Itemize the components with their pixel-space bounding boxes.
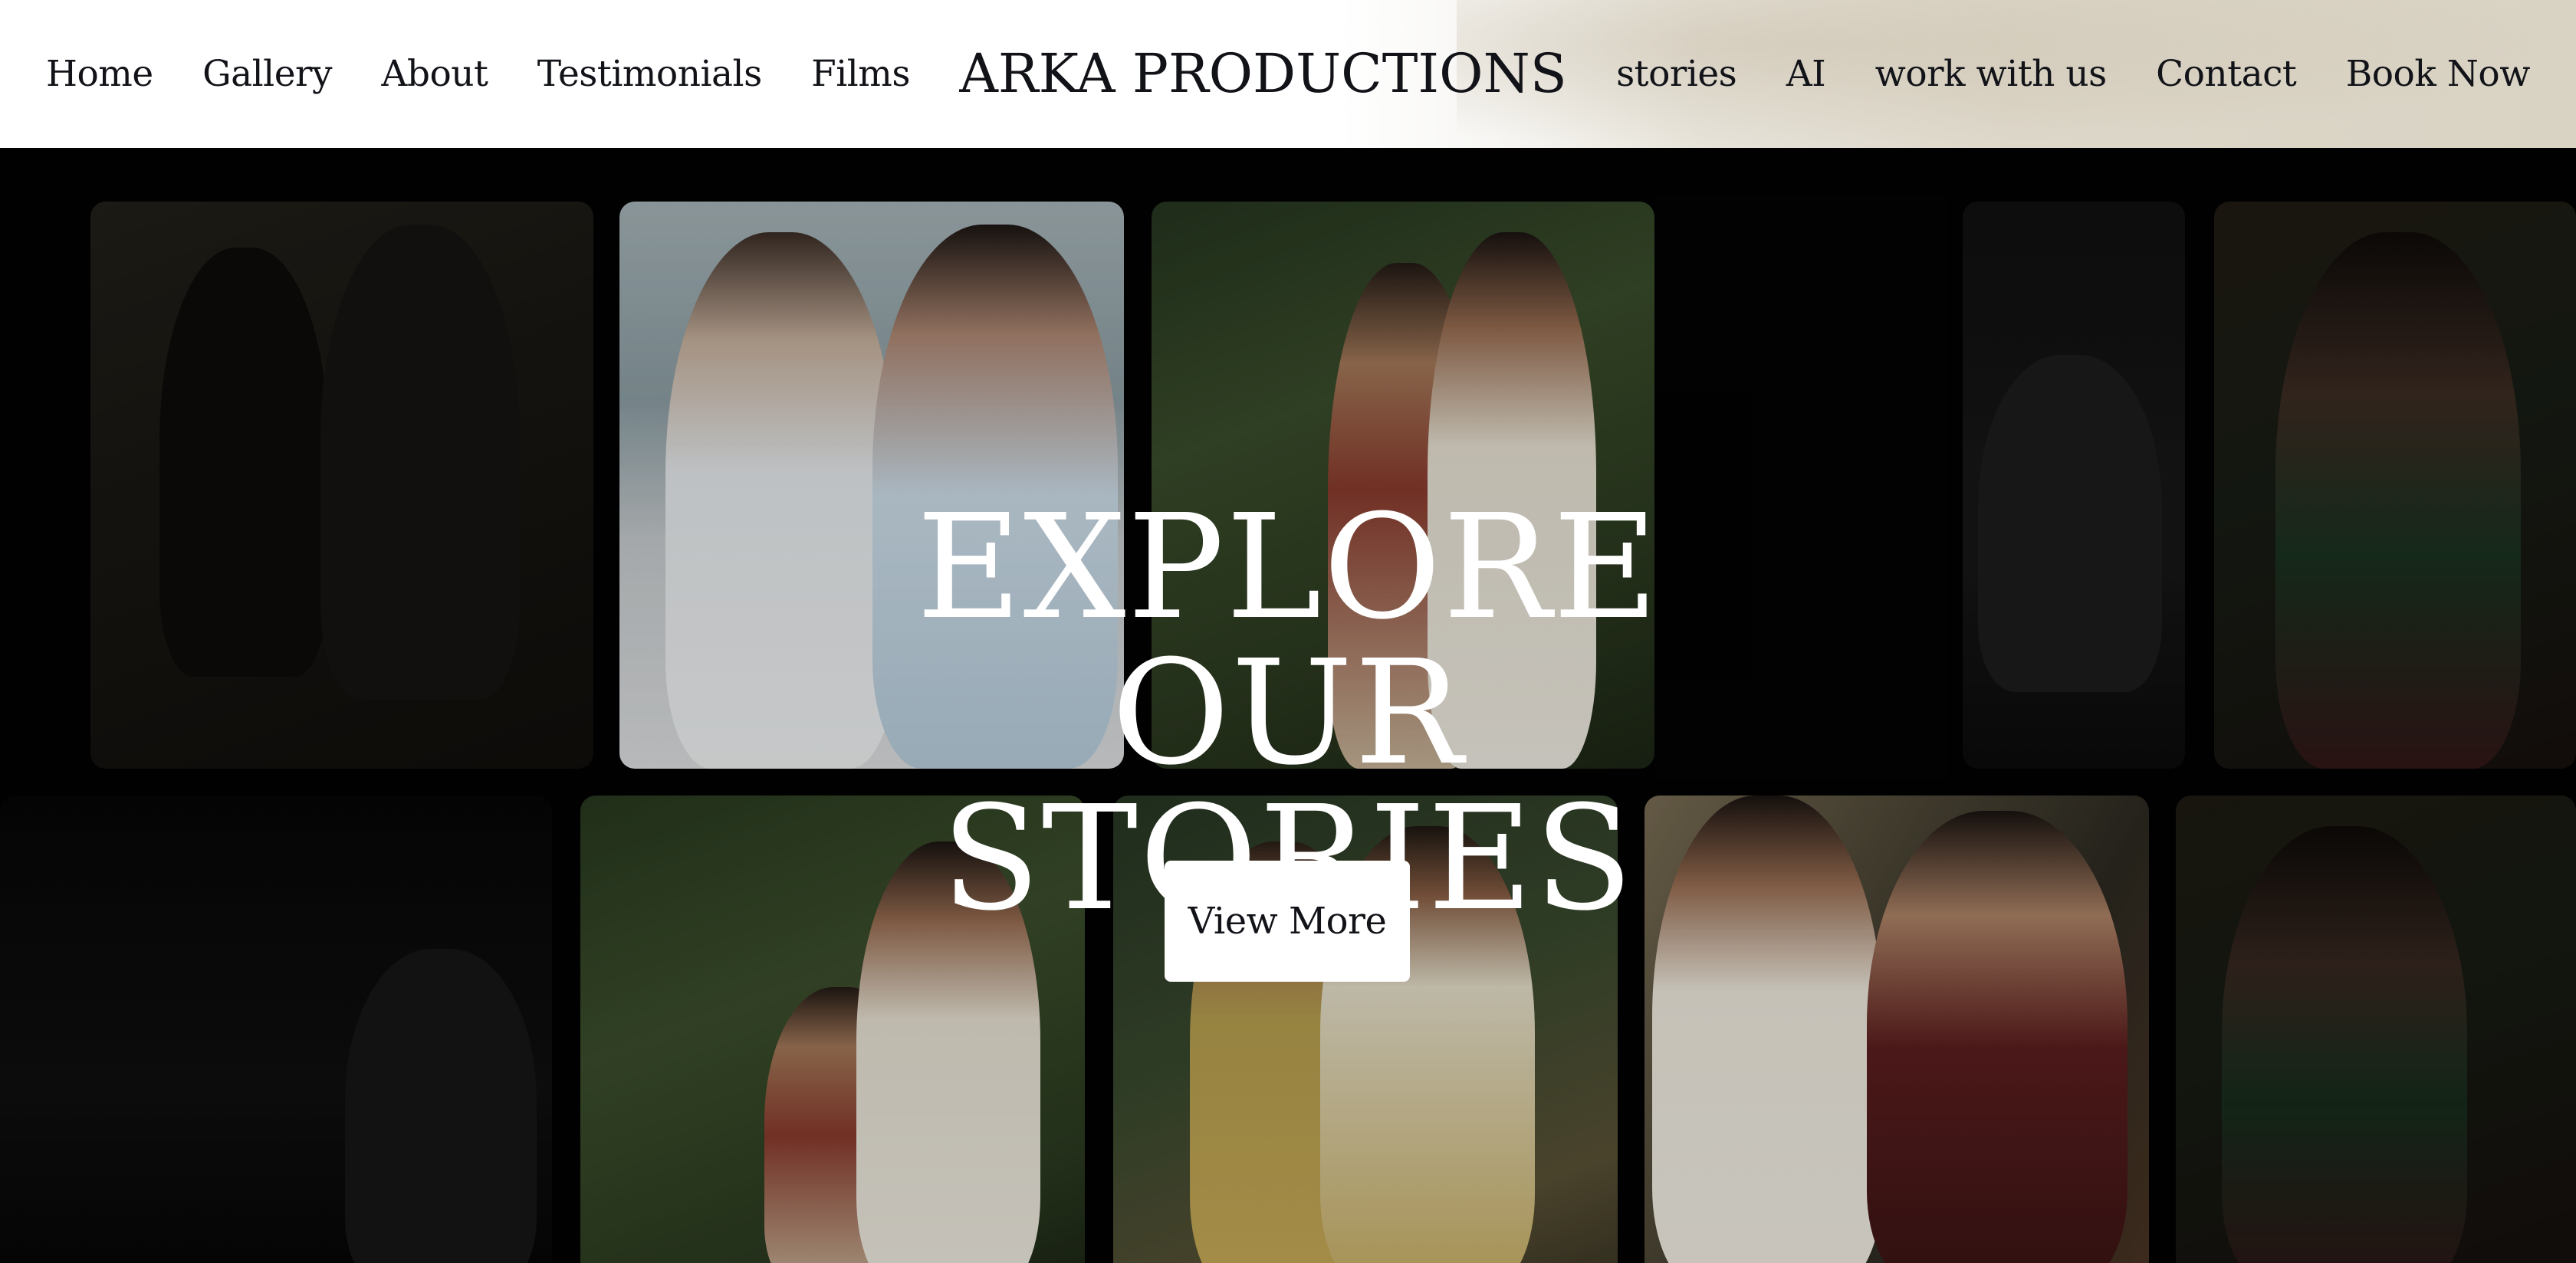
- nav-link-work-with-us[interactable]: work with us: [1875, 53, 2108, 95]
- nav-link-gallery[interactable]: Gallery: [202, 53, 332, 95]
- gallery-photo: [2176, 796, 2576, 1263]
- gallery-photo: [0, 796, 552, 1263]
- hero-title-line1: EXPLORE OUR: [916, 484, 1660, 797]
- nav-links: Home Gallery About Testimonials Films AR…: [46, 42, 2531, 105]
- nav-link-films[interactable]: Films: [811, 53, 910, 95]
- gallery-photo: [1963, 202, 2185, 769]
- view-more-button[interactable]: View More: [1165, 861, 1410, 982]
- nav-link-home[interactable]: Home: [46, 53, 153, 95]
- nav-link-ai[interactable]: AI: [1786, 53, 1826, 95]
- top-navigation: Home Gallery About Testimonials Films AR…: [0, 0, 2576, 148]
- gallery-photo: [2214, 202, 2576, 769]
- nav-link-stories[interactable]: stories: [1616, 53, 1737, 95]
- gallery-photo: [90, 202, 593, 769]
- nav-link-contact[interactable]: Contact: [2156, 53, 2297, 95]
- brand-logo[interactable]: ARKA PRODUCTIONS: [959, 42, 1566, 105]
- nav-link-about[interactable]: About: [381, 53, 488, 95]
- nav-link-book-now[interactable]: Book Now: [2346, 53, 2531, 95]
- hero-section: EXPLORE OUR STORIES View More: [0, 148, 2576, 1263]
- nav-link-testimonials[interactable]: Testimonials: [537, 53, 762, 95]
